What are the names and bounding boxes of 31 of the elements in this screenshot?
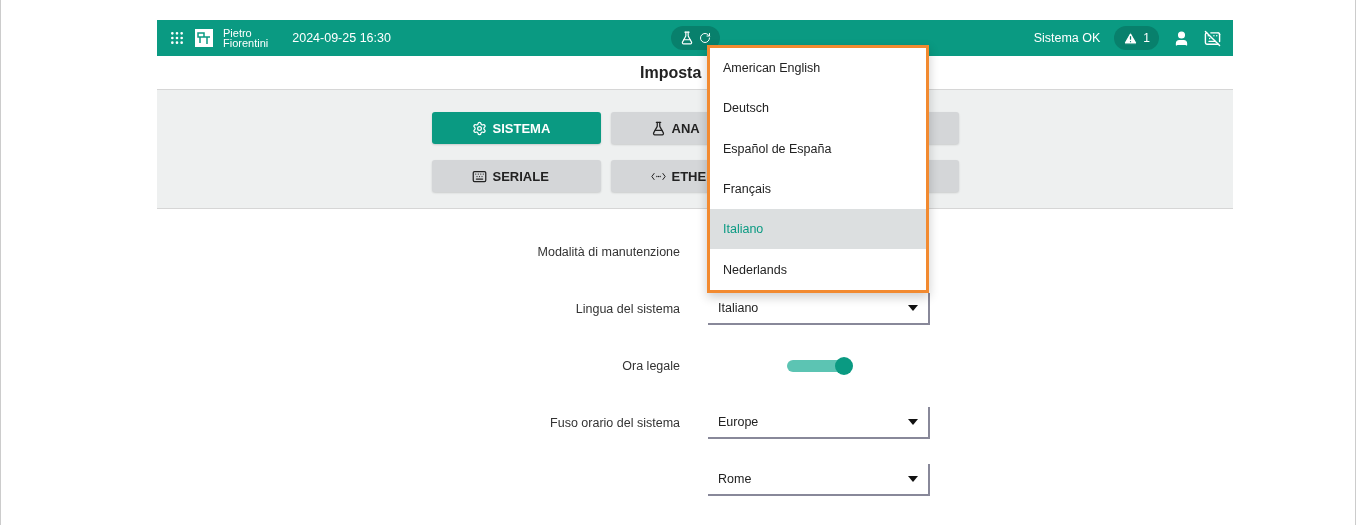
gear-icon [471, 120, 487, 136]
flask-icon [650, 120, 666, 136]
menu-item[interactable]: American English [710, 48, 926, 89]
user-icon[interactable] [1173, 29, 1190, 47]
date-time: 2024-09-25 16:30 [292, 31, 391, 45]
menu-item[interactable]: Deutsch [710, 88, 926, 129]
apps-icon[interactable] [169, 30, 185, 46]
field-label: Lingua del sistema [575, 301, 680, 316]
mode-indicator[interactable] [670, 26, 720, 50]
tab[interactable]: SERIALE [431, 160, 601, 192]
system-status: Sistema OK [1033, 31, 1101, 45]
keyboard-off-icon[interactable] [1204, 29, 1221, 47]
caret-icon [908, 304, 918, 311]
menu-item[interactable]: Español de España [710, 128, 926, 169]
dropdown-field[interactable]: Italiano [708, 292, 930, 325]
brand-name: Pietro Fiorentini [223, 28, 269, 48]
alert-badge[interactable]: 1 [1114, 26, 1159, 50]
dropdown-field[interactable]: Rome [708, 463, 930, 496]
menu-item[interactable]: Français [710, 168, 926, 210]
caret-icon [908, 475, 918, 482]
field-label: Modalità di manutenzione [537, 244, 680, 259]
keyboard-icon [471, 168, 487, 184]
dropdown-field[interactable]: Europe [708, 406, 930, 439]
caret-icon [908, 418, 918, 425]
code-icon [650, 171, 666, 181]
field-label: Ora legale [622, 358, 680, 373]
tab[interactable]: SISTEMA [431, 112, 601, 144]
field-label: Fuso orario del sistema [550, 415, 680, 430]
menu-item[interactable]: Nederlands [710, 249, 926, 290]
toggle-switch[interactable] [787, 359, 851, 372]
logo-icon [195, 29, 213, 47]
